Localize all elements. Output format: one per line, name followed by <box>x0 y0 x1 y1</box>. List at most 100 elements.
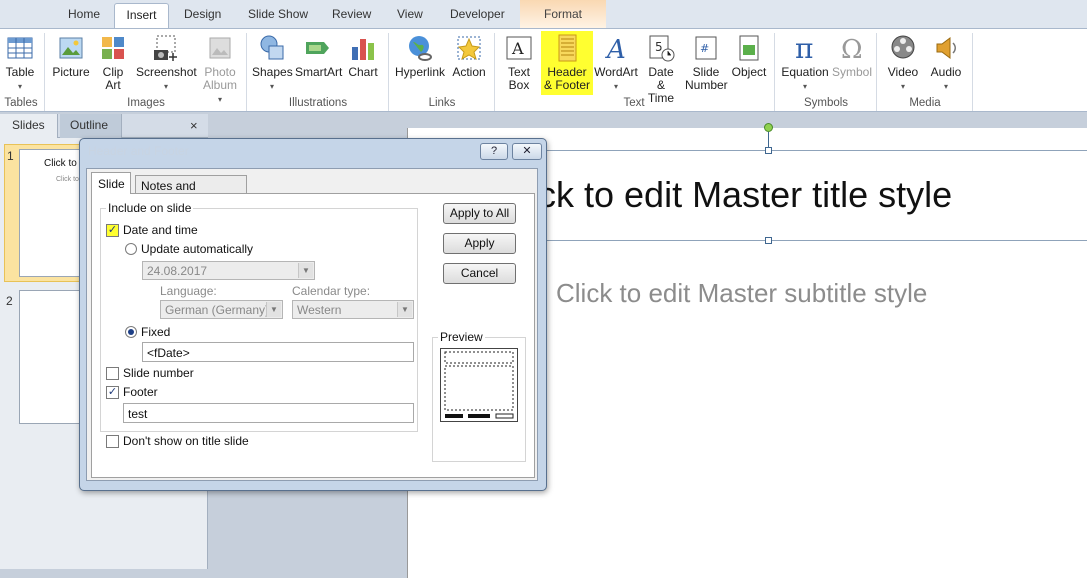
date-format-select[interactable]: 24.08.2017 ▼ <box>142 261 315 280</box>
table-icon <box>7 37 33 59</box>
fixed-radio[interactable] <box>125 326 137 338</box>
equation-label: Equation <box>781 65 829 79</box>
resize-handle-top[interactable] <box>765 147 772 154</box>
dont-show-title-checkbox[interactable] <box>106 435 119 448</box>
shapes-button[interactable]: Shapes ▾ <box>252 31 293 93</box>
thumb-subtitle: Click to <box>56 176 79 183</box>
tab-home[interactable]: Home <box>68 7 100 21</box>
apply-button[interactable]: Apply <box>443 233 516 254</box>
svg-text:π: π <box>795 33 813 63</box>
chart-icon <box>352 39 374 60</box>
thumb-title: Click to <box>44 158 77 169</box>
smartart-icon <box>306 42 329 54</box>
equation-button[interactable]: π Equation ▾ <box>780 31 830 93</box>
picture-button[interactable]: Picture <box>52 31 90 79</box>
audio-button[interactable]: Audio ▾ <box>928 31 964 93</box>
slide-number-label: Slide <box>692 65 720 79</box>
cancel-button[interactable]: Cancel <box>443 263 516 284</box>
clip-art-label: Clip <box>102 65 124 79</box>
rotation-line <box>768 132 769 148</box>
photo-album-icon <box>209 37 231 59</box>
language-select[interactable]: German (Germany) ▼ <box>160 300 283 319</box>
chevron-down-icon: ▼ <box>298 263 313 278</box>
audio-label: Audio <box>930 65 962 79</box>
tab-slide-show[interactable]: Slide Show <box>248 7 308 21</box>
slide-number-checkbox[interactable] <box>106 367 119 380</box>
chart-button[interactable]: Chart <box>346 31 380 79</box>
chart-label: Chart <box>348 65 378 79</box>
wordart-label: WordArt <box>594 65 638 79</box>
slide-number-label: Slide number <box>123 366 194 380</box>
close-button[interactable]: ✕ <box>512 143 542 160</box>
omega-icon: Ω <box>841 35 863 63</box>
tab-insert[interactable]: Insert <box>114 3 169 29</box>
text-box-icon: A <box>506 36 532 60</box>
tab-format[interactable]: Format <box>520 0 606 28</box>
slide-tab-panel: Include on slide ✓ Date and time Update … <box>91 193 535 478</box>
slide-number-button[interactable]: # Slide Number <box>685 31 728 92</box>
calendar-value: Western <box>297 303 342 317</box>
rotation-handle[interactable] <box>764 123 773 132</box>
slide-title[interactable]: ck to edit Master title style <box>538 174 952 216</box>
update-auto-label: Update automatically <box>141 242 254 256</box>
divider <box>246 33 247 111</box>
chevron-down-icon: ▼ <box>397 302 412 317</box>
screenshot-button[interactable]: Screenshot ▾ <box>136 31 197 93</box>
slide-number-icon: # <box>695 36 717 60</box>
date-time-checkbox[interactable]: ✓ <box>106 224 119 237</box>
fixed-date-input[interactable]: <fDate> <box>142 342 414 362</box>
divider <box>972 33 973 111</box>
group-text: Text <box>623 97 645 109</box>
divider <box>494 33 495 111</box>
film-reel-icon <box>891 35 915 59</box>
screenshot-icon <box>154 35 177 61</box>
header-footer-dialog: Header and Footer ? ✕ Slide Notes and Ha… <box>79 138 547 491</box>
tab-design[interactable]: Design <box>184 7 221 21</box>
close-icon[interactable]: × <box>190 118 198 133</box>
tab-notes-handouts[interactable]: Notes and Handouts <box>135 175 247 207</box>
tab-developer[interactable]: Developer <box>450 7 505 21</box>
picture-label: Picture <box>52 65 90 79</box>
group-illustrations: Illustrations <box>288 97 348 109</box>
divider <box>388 33 389 111</box>
smartart-button[interactable]: SmartArt <box>295 31 342 79</box>
dialog-body: Slide Notes and Handouts Include on slid… <box>86 168 538 481</box>
update-auto-radio[interactable] <box>125 243 137 255</box>
footer-checkbox[interactable]: ✓ <box>106 386 119 399</box>
table-button[interactable]: Table ▾ <box>4 31 36 93</box>
text-box-label-2: Box <box>508 78 530 92</box>
header-footer-button[interactable]: Header & Footer <box>541 31 593 95</box>
object-label: Object <box>731 65 767 79</box>
clip-art-icon <box>102 37 124 59</box>
symbol-button[interactable]: Ω Symbol <box>832 31 872 79</box>
apply-to-all-button[interactable]: Apply to All <box>443 203 516 224</box>
slide-subtitle[interactable]: Click to edit Master subtitle style <box>556 278 927 309</box>
tab-review[interactable]: Review <box>332 7 371 21</box>
symbol-label: Symbol <box>832 65 873 79</box>
clip-art-button[interactable]: Clip Art <box>98 31 128 92</box>
resize-handle-bottom[interactable] <box>765 237 772 244</box>
tab-outline[interactable]: Outline <box>60 114 122 138</box>
text-box-button[interactable]: A Text Box <box>502 31 536 92</box>
wordart-button[interactable]: A WordArt ▾ <box>594 31 638 93</box>
date-time-button[interactable]: 5 Date & Time <box>643 31 679 105</box>
help-button[interactable]: ? <box>480 143 508 160</box>
svg-text:Ω: Ω <box>841 35 863 63</box>
hyperlink-button[interactable]: Hyperlink <box>394 31 446 79</box>
calendar-type-select[interactable]: Western ▼ <box>292 300 414 319</box>
dont-show-title-label: Don't show on title slide <box>123 434 249 448</box>
object-icon <box>739 35 759 61</box>
group-media: Media <box>909 97 941 109</box>
group-tables: Tables <box>4 97 38 109</box>
footer-input[interactable]: test <box>123 403 414 423</box>
photo-album-button[interactable]: Photo Album ▾ <box>200 31 240 106</box>
date-value: 24.08.2017 <box>147 264 208 278</box>
object-button[interactable]: Object <box>731 31 767 79</box>
video-button[interactable]: Video ▾ <box>884 31 922 93</box>
dialog-title: Header and Footer <box>88 144 189 158</box>
tab-slide[interactable]: Slide <box>91 172 131 194</box>
tab-slides[interactable]: Slides <box>0 114 58 138</box>
ribbon-tabs: Home Insert Design Slide Show Review Vie… <box>0 0 1087 29</box>
action-button[interactable]: Action <box>450 31 488 79</box>
tab-view[interactable]: View <box>397 7 423 21</box>
